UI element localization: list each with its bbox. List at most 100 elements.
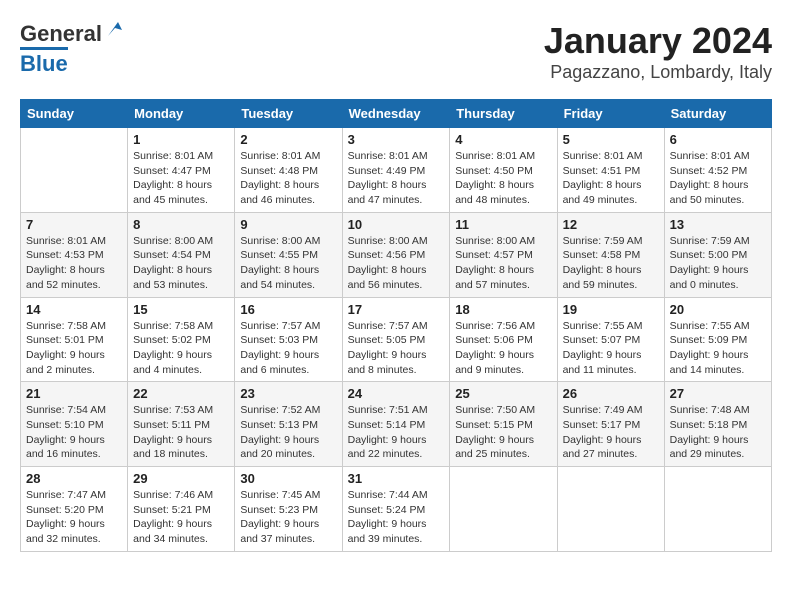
day-cell: 20Sunrise: 7:55 AMSunset: 5:09 PMDayligh… (664, 297, 771, 382)
col-header-friday: Friday (557, 100, 664, 128)
col-header-monday: Monday (128, 100, 235, 128)
day-info: Sunrise: 8:00 AMSunset: 4:54 PMDaylight:… (133, 234, 229, 293)
day-info: Sunrise: 8:01 AMSunset: 4:53 PMDaylight:… (26, 234, 122, 293)
week-row-1: 1 Sunrise: 8:01 AMSunset: 4:47 PMDaylight… (21, 128, 772, 213)
day-number: 28 (26, 471, 122, 486)
day-info: Sunrise: 7:57 AMSunset: 5:03 PMDaylight:… (240, 319, 336, 378)
col-header-saturday: Saturday (664, 100, 771, 128)
day-number: 18 (455, 302, 551, 317)
day-number: 14 (26, 302, 122, 317)
day-number: 4 (455, 132, 551, 147)
logo: General Blue (20, 20, 126, 77)
day-number: 24 (348, 386, 445, 401)
calendar-title: January 2024 (544, 20, 772, 62)
day-cell: 30 Sunrise: 7:45 AMSunset: 5:23 PMDayligh… (235, 467, 342, 552)
day-cell: 4 Sunrise: 8:01 AMSunset: 4:50 PMDaylight… (450, 128, 557, 213)
day-cell: 31 Sunrise: 7:44 AMSunset: 5:24 PMDayligh… (342, 467, 450, 552)
day-number: 1 (133, 132, 229, 147)
col-header-tuesday: Tuesday (235, 100, 342, 128)
day-number: 2 (240, 132, 336, 147)
day-info: Sunrise: 8:00 AMSunset: 4:56 PMDaylight:… (348, 234, 445, 293)
day-info: Sunrise: 8:01 AMSunset: 4:48 PMDaylight:… (240, 149, 336, 208)
logo-blue: Blue (20, 47, 68, 77)
day-number: 20 (670, 302, 766, 317)
day-cell: 6 Sunrise: 8:01 AMSunset: 4:52 PMDaylight… (664, 128, 771, 213)
day-cell: 26 Sunrise: 7:49 AMSunset: 5:17 PMDayligh… (557, 382, 664, 467)
day-info: Sunrise: 8:00 AMSunset: 4:55 PMDaylight:… (240, 234, 336, 293)
day-info: Sunrise: 7:54 AMSunset: 5:10 PMDaylight:… (26, 403, 122, 462)
day-cell: 1 Sunrise: 8:01 AMSunset: 4:47 PMDaylight… (128, 128, 235, 213)
day-info: Sunrise: 7:53 AMSunset: 5:11 PMDaylight:… (133, 403, 229, 462)
day-cell: 22Sunrise: 7:53 AMSunset: 5:11 PMDayligh… (128, 382, 235, 467)
day-info: Sunrise: 7:44 AMSunset: 5:24 PMDaylight:… (348, 488, 445, 547)
day-number: 31 (348, 471, 445, 486)
day-info: Sunrise: 7:49 AMSunset: 5:17 PMDaylight:… (563, 403, 659, 462)
day-info: Sunrise: 7:59 AMSunset: 5:00 PMDaylight:… (670, 234, 766, 293)
day-number: 13 (670, 217, 766, 232)
week-row-5: 28 Sunrise: 7:47 AMSunset: 5:20 PMDayligh… (21, 467, 772, 552)
col-header-sunday: Sunday (21, 100, 128, 128)
day-cell: 13 Sunrise: 7:59 AMSunset: 5:00 PMDayligh… (664, 212, 771, 297)
day-info: Sunrise: 7:51 AMSunset: 5:14 PMDaylight:… (348, 403, 445, 462)
day-cell (664, 467, 771, 552)
day-number: 23 (240, 386, 336, 401)
col-header-thursday: Thursday (450, 100, 557, 128)
calendar-subtitle: Pagazzano, Lombardy, Italy (544, 62, 772, 83)
day-cell (450, 467, 557, 552)
day-info: Sunrise: 7:50 AMSunset: 5:15 PMDaylight:… (455, 403, 551, 462)
day-cell: 17 Sunrise: 7:57 AMSunset: 5:05 PMDayligh… (342, 297, 450, 382)
day-number: 15 (133, 302, 229, 317)
day-number: 16 (240, 302, 336, 317)
col-header-wednesday: Wednesday (342, 100, 450, 128)
day-cell: 28 Sunrise: 7:47 AMSunset: 5:20 PMDayligh… (21, 467, 128, 552)
day-info: Sunrise: 8:01 AMSunset: 4:49 PMDaylight:… (348, 149, 445, 208)
day-cell: 3 Sunrise: 8:01 AMSunset: 4:49 PMDaylight… (342, 128, 450, 213)
calendar-header: SundayMondayTuesdayWednesdayThursdayFrid… (21, 100, 772, 128)
day-cell: 15 Sunrise: 7:58 AMSunset: 5:02 PMDayligh… (128, 297, 235, 382)
day-cell: 23 Sunrise: 7:52 AMSunset: 5:13 PMDayligh… (235, 382, 342, 467)
logo-bird-icon (104, 18, 126, 40)
day-number: 3 (348, 132, 445, 147)
day-number: 29 (133, 471, 229, 486)
day-info: Sunrise: 8:01 AMSunset: 4:52 PMDaylight:… (670, 149, 766, 208)
day-cell: 8 Sunrise: 8:00 AMSunset: 4:54 PMDaylight… (128, 212, 235, 297)
calendar-body: 1 Sunrise: 8:01 AMSunset: 4:47 PMDaylight… (21, 128, 772, 552)
day-number: 8 (133, 217, 229, 232)
day-info: Sunrise: 7:47 AMSunset: 5:20 PMDaylight:… (26, 488, 122, 547)
header-row: SundayMondayTuesdayWednesdayThursdayFrid… (21, 100, 772, 128)
day-number: 26 (563, 386, 659, 401)
day-number: 19 (563, 302, 659, 317)
day-info: Sunrise: 8:01 AMSunset: 4:47 PMDaylight:… (133, 149, 229, 208)
week-row-3: 14 Sunrise: 7:58 AMSunset: 5:01 PMDayligh… (21, 297, 772, 382)
day-info: Sunrise: 7:52 AMSunset: 5:13 PMDaylight:… (240, 403, 336, 462)
day-number: 21 (26, 386, 122, 401)
day-number: 11 (455, 217, 551, 232)
day-info: Sunrise: 7:58 AMSunset: 5:02 PMDaylight:… (133, 319, 229, 378)
day-number: 17 (348, 302, 445, 317)
day-cell: 7 Sunrise: 8:01 AMSunset: 4:53 PMDaylight… (21, 212, 128, 297)
calendar-table: SundayMondayTuesdayWednesdayThursdayFrid… (20, 99, 772, 552)
day-number: 7 (26, 217, 122, 232)
day-cell: 29Sunrise: 7:46 AMSunset: 5:21 PMDayligh… (128, 467, 235, 552)
day-cell: 16 Sunrise: 7:57 AMSunset: 5:03 PMDayligh… (235, 297, 342, 382)
week-row-2: 7 Sunrise: 8:01 AMSunset: 4:53 PMDaylight… (21, 212, 772, 297)
day-number: 12 (563, 217, 659, 232)
day-info: Sunrise: 8:00 AMSunset: 4:57 PMDaylight:… (455, 234, 551, 293)
day-cell: 2 Sunrise: 8:01 AMSunset: 4:48 PMDaylight… (235, 128, 342, 213)
day-cell: 21 Sunrise: 7:54 AMSunset: 5:10 PMDayligh… (21, 382, 128, 467)
day-info: Sunrise: 7:55 AMSunset: 5:07 PMDaylight:… (563, 319, 659, 378)
day-cell: 25Sunrise: 7:50 AMSunset: 5:15 PMDayligh… (450, 382, 557, 467)
day-cell (21, 128, 128, 213)
day-info: Sunrise: 7:56 AMSunset: 5:06 PMDaylight:… (455, 319, 551, 378)
logo-general: General (20, 21, 102, 47)
title-section: January 2024 Pagazzano, Lombardy, Italy (544, 20, 772, 83)
day-number: 9 (240, 217, 336, 232)
week-row-4: 21 Sunrise: 7:54 AMSunset: 5:10 PMDayligh… (21, 382, 772, 467)
day-info: Sunrise: 8:01 AMSunset: 4:50 PMDaylight:… (455, 149, 551, 208)
day-info: Sunrise: 7:45 AMSunset: 5:23 PMDaylight:… (240, 488, 336, 547)
day-number: 6 (670, 132, 766, 147)
day-info: Sunrise: 7:58 AMSunset: 5:01 PMDaylight:… (26, 319, 122, 378)
day-number: 30 (240, 471, 336, 486)
day-number: 5 (563, 132, 659, 147)
day-info: Sunrise: 7:57 AMSunset: 5:05 PMDaylight:… (348, 319, 445, 378)
